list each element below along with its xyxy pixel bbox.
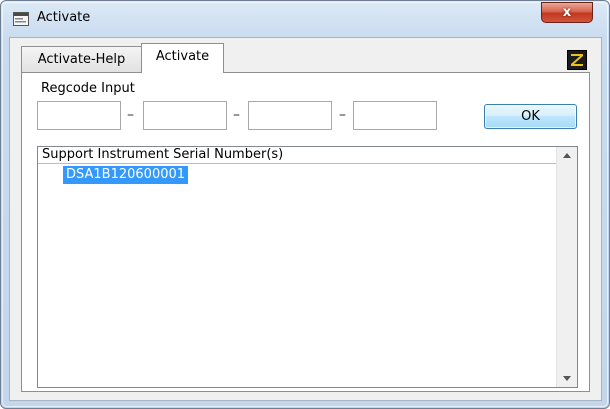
regcode-field-3[interactable] xyxy=(248,101,332,130)
list-item-serial[interactable]: DSA1B120600001 xyxy=(63,166,189,184)
close-icon: x xyxy=(562,5,572,20)
tab-label: Activate xyxy=(155,49,210,64)
regcode-label: Regcode Input xyxy=(41,81,135,96)
window-title: Activate xyxy=(37,10,91,25)
tab-activate-help[interactable]: Activate-Help xyxy=(21,46,142,72)
tab-label: Activate-Help xyxy=(37,52,126,67)
regcode-separator: – xyxy=(233,107,240,123)
window-app-icon xyxy=(13,12,29,26)
scroll-up-arrow-icon[interactable] xyxy=(557,147,577,164)
z-logo-icon xyxy=(567,50,587,70)
regcode-separator: – xyxy=(339,107,346,123)
list-header: Support Instrument Serial Number(s) xyxy=(38,147,556,164)
regcode-separator: – xyxy=(127,107,134,123)
regcode-field-2[interactable] xyxy=(143,101,227,130)
close-button[interactable]: x xyxy=(541,2,593,23)
ok-button[interactable]: OK xyxy=(484,104,577,129)
tab-activate[interactable]: Activate xyxy=(141,43,224,73)
regcode-field-4[interactable] xyxy=(353,101,437,130)
ok-button-label: OK xyxy=(521,109,540,124)
scroll-down-arrow-icon[interactable] xyxy=(557,370,577,387)
serial-number-list[interactable]: Support Instrument Serial Number(s) DSA1… xyxy=(37,146,578,388)
list-scrollbar[interactable] xyxy=(556,147,577,387)
regcode-field-1[interactable] xyxy=(37,101,121,130)
titlebar[interactable]: Activate x xyxy=(1,1,609,35)
